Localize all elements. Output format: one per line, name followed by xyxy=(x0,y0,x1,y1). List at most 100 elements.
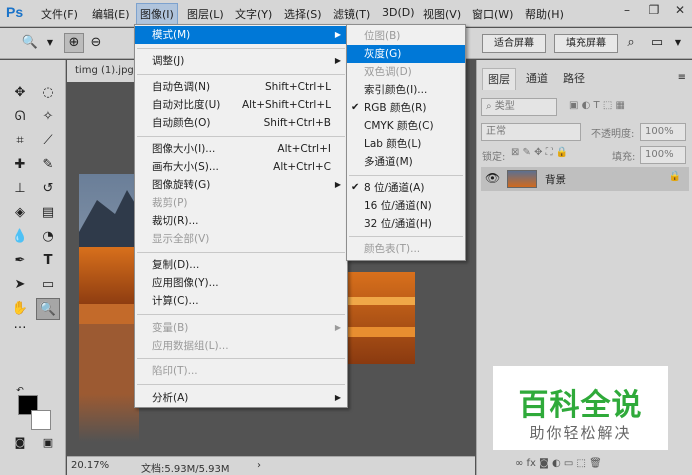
zoom-out-icon[interactable]: ⊖ xyxy=(86,33,106,53)
menu-item-16-bit[interactable]: 16 位/通道(N) xyxy=(347,197,465,215)
menu-edit[interactable]: 编辑(E) xyxy=(92,6,130,22)
menu-item-image-size[interactable]: 图像大小(I)... Alt+Ctrl+I xyxy=(135,140,347,158)
menu-file[interactable]: 文件(F) xyxy=(41,6,78,22)
menu-item-analysis[interactable]: 分析(A) ▶ xyxy=(135,389,347,407)
menu-item-auto-color[interactable]: 自动颜色(O) Shift+Ctrl+B xyxy=(135,114,347,132)
minimize-icon[interactable]: – xyxy=(620,3,634,17)
tab-channels[interactable]: 通道 xyxy=(519,68,555,90)
document-tab[interactable]: timg (1).jpg xyxy=(67,60,142,82)
menu-3d[interactable]: 3D(D) xyxy=(382,6,415,19)
chevron-down-icon[interactable]: ▼ xyxy=(668,33,688,53)
menu-item-adjustments[interactable]: 调整(J) ▶ xyxy=(135,52,347,70)
eraser-tool-icon[interactable]: ◈ xyxy=(8,202,32,224)
menu-type[interactable]: 文字(Y) xyxy=(235,6,272,22)
move-tool-icon[interactable]: ✥ xyxy=(8,82,32,104)
zoom-tool-icon[interactable]: 🔍 xyxy=(36,298,60,320)
chevron-right-icon[interactable]: › xyxy=(257,460,261,471)
menu-item-crop: 裁剪(P) xyxy=(152,197,188,209)
panel-menu-icon[interactable]: ≡ xyxy=(678,72,686,83)
blend-mode-select[interactable]: 正常 xyxy=(481,123,581,141)
document-status-bar: 20.17% 文档:5.93M/5.93M › xyxy=(67,456,475,475)
healing-brush-tool-icon[interactable]: ✚ xyxy=(8,154,32,176)
menu-item-indexed-color[interactable]: 索引颜色(I)... xyxy=(347,81,465,99)
workspace-icon[interactable]: ▭ xyxy=(647,33,667,53)
blur-tool-icon[interactable]: 💧 xyxy=(8,226,32,248)
tab-layers[interactable]: 图层 xyxy=(482,68,516,90)
opacity-field[interactable]: 100% xyxy=(640,123,686,141)
layer-bottom-icons[interactable]: ∞ fx ◙ ◐ ▭ ⬚ 🗑 xyxy=(515,458,602,469)
menu-window[interactable]: 窗口(W) xyxy=(472,6,513,22)
gradient-tool-icon[interactable]: ▤ xyxy=(36,202,60,224)
crop-tool-icon[interactable]: ⌗ xyxy=(8,130,32,152)
chevron-right-icon: ▶ xyxy=(334,323,341,332)
menu-item-32-bit[interactable]: 32 位/通道(H) xyxy=(347,215,465,233)
menu-item-cmyk-color[interactable]: CMYK 颜色(C) xyxy=(347,117,465,135)
menu-item-canvas-size[interactable]: 画布大小(S)... Alt+Ctrl+C xyxy=(135,158,347,176)
menu-select[interactable]: 选择(S) xyxy=(284,6,322,22)
lasso-tool-icon[interactable]: ᘏ xyxy=(8,106,32,128)
menu-item-auto-contrast[interactable]: 自动对比度(U) Alt+Shift+Ctrl+L xyxy=(135,96,347,114)
fill-screen-button[interactable]: 填充屏幕 xyxy=(554,34,618,53)
rectangle-tool-icon[interactable]: ▭ xyxy=(36,274,60,296)
stamp-tool-icon[interactable]: ⊥ xyxy=(8,178,32,200)
document-size-info: 文档:5.93M/5.93M xyxy=(141,464,230,475)
menu-image[interactable]: 图像(I) xyxy=(136,3,178,25)
menu-item-multichannel[interactable]: 多通道(M) xyxy=(347,153,465,171)
filter-icons[interactable]: ▣ ◐ T ⬚ ▦ xyxy=(569,100,625,111)
chevron-right-icon: ▶ xyxy=(334,56,341,65)
dodge-tool-icon[interactable]: ◔ xyxy=(36,226,60,248)
tab-paths[interactable]: 路径 xyxy=(557,68,591,90)
menu-item-trap: 陷印(T)... xyxy=(152,365,198,377)
layer-thumbnail xyxy=(507,170,537,188)
restore-icon[interactable]: ❐ xyxy=(647,3,661,17)
menu-item-lab-color[interactable]: Lab 颜色(L) xyxy=(347,135,465,153)
zoom-tool-preset-icon[interactable]: 🔍 xyxy=(20,33,40,53)
type-tool-icon[interactable]: T xyxy=(36,250,60,272)
swap-colors-icon[interactable]: ↶ xyxy=(8,380,32,402)
marquee-tool-icon[interactable]: ◌ xyxy=(36,82,60,104)
menu-item-bitmap: 位图(B) xyxy=(364,30,401,42)
pen-tool-icon[interactable]: ✒ xyxy=(8,250,32,272)
menu-item-image-rotation[interactable]: 图像旋转(G) ▶ xyxy=(135,176,347,194)
screen-mode-icon[interactable]: ▣ xyxy=(36,432,60,454)
more-tools-icon[interactable]: … xyxy=(8,314,32,336)
brush-tool-icon[interactable]: ✎ xyxy=(36,154,60,176)
eyedropper-tool-icon[interactable]: ⟋ xyxy=(36,130,60,152)
menu-item-trim[interactable]: 裁切(R)... xyxy=(135,212,347,230)
menu-item-grayscale[interactable]: 灰度(G) xyxy=(347,45,465,63)
menu-filter[interactable]: 滤镜(T) xyxy=(333,6,370,22)
tools-panel: ✥ ◌ ᘏ ✧ ⌗ ⟋ ✚ ✎ ⊥ ↺ ◈ ▤ 💧 ◔ ✒ T ➤ ▭ ✋ 🔍 … xyxy=(0,60,66,475)
zoom-in-icon[interactable]: ⊕ xyxy=(64,33,84,53)
menu-item-duplicate[interactable]: 复制(D)... xyxy=(135,256,347,274)
quick-mask-icon[interactable]: ◙ xyxy=(8,432,32,454)
menu-item-rgb-color[interactable]: ✔ RGB 颜色(R) xyxy=(347,99,465,117)
layer-name[interactable]: 背景 xyxy=(545,172,566,187)
magic-wand-tool-icon[interactable]: ✧ xyxy=(36,106,60,128)
path-selection-tool-icon[interactable]: ➤ xyxy=(8,274,32,296)
zoom-level[interactable]: 20.17% xyxy=(71,460,109,471)
search-icon[interactable]: ⌕ xyxy=(621,33,641,53)
layer-row[interactable]: 👁 背景 🔒 xyxy=(481,167,689,191)
menu-item-calculations[interactable]: 计算(C)... xyxy=(135,292,347,310)
menu-help[interactable]: 帮助(H) xyxy=(525,6,564,22)
menu-item-auto-tone[interactable]: 自动色调(N) Shift+Ctrl+L xyxy=(135,78,347,96)
menu-item-apply-image[interactable]: 应用图像(Y)... xyxy=(135,274,347,292)
menu-item-8-bit[interactable]: ✔ 8 位/通道(A) xyxy=(347,179,465,197)
chevron-down-icon[interactable]: ▼ xyxy=(40,33,60,53)
lock-label: 锁定: xyxy=(482,152,506,163)
fit-screen-button[interactable]: 适合屏幕 xyxy=(482,34,546,53)
menu-item-mode[interactable]: 模式(M) ▶ xyxy=(135,26,347,44)
checkmark-icon: ✔ xyxy=(351,102,360,113)
eye-icon[interactable]: 👁 xyxy=(485,171,500,185)
history-brush-tool-icon[interactable]: ↺ xyxy=(36,178,60,200)
fill-field[interactable]: 100% xyxy=(640,146,686,164)
menu-item-duotone: 双色调(D) xyxy=(364,66,412,78)
menu-layer[interactable]: 图层(L) xyxy=(187,6,224,22)
lock-icons[interactable]: ⊠ ✎ ✥ ⛶ 🔒 xyxy=(511,147,568,158)
background-color-swatch[interactable] xyxy=(31,410,51,430)
close-icon[interactable]: ✕ xyxy=(673,3,687,17)
menu-item-color-table: 颜色表(T)... xyxy=(364,243,421,255)
layer-kind-filter[interactable]: ⌕ 类型 xyxy=(481,98,557,116)
menu-view[interactable]: 视图(V) xyxy=(423,6,461,22)
photoshop-logo: Ps xyxy=(6,4,24,20)
